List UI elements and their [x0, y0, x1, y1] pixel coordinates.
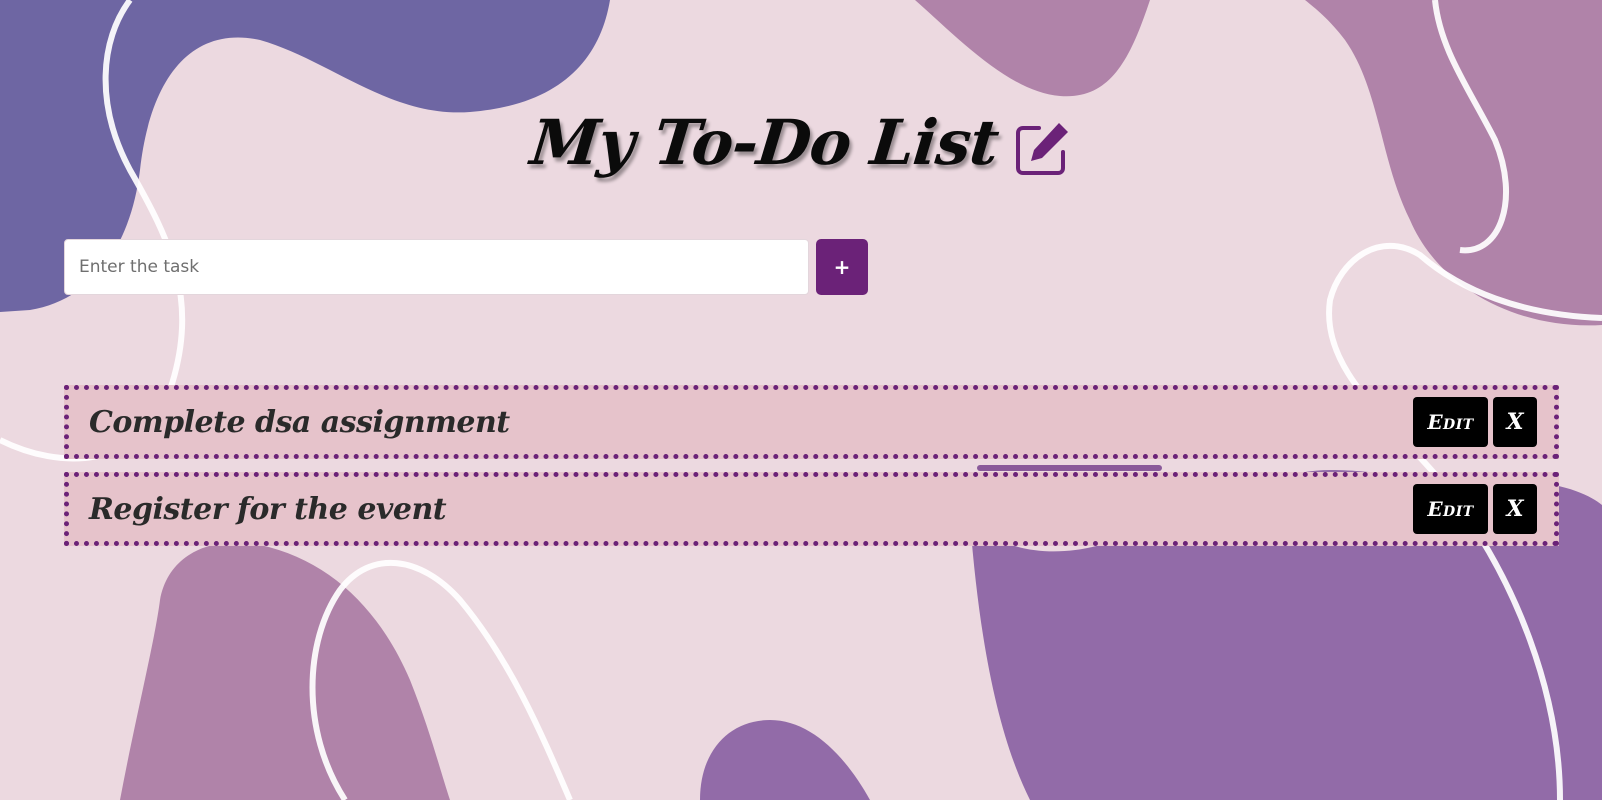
delete-task-button[interactable]: X — [1493, 397, 1537, 447]
task-input[interactable] — [64, 239, 809, 295]
task-actions: Edit X — [1413, 397, 1537, 447]
app-container: My To-Do List + Complete dsa assignment … — [0, 0, 1602, 800]
task-text: Register for the event — [89, 491, 447, 527]
task-item: Complete dsa assignment Edit X — [64, 385, 1559, 459]
header: My To-Do List — [0, 92, 1602, 192]
delete-task-button[interactable]: X — [1493, 484, 1537, 534]
task-item: Register for the event Edit X — [64, 472, 1559, 546]
page-title: My To-Do List — [526, 105, 1002, 179]
edit-task-button[interactable]: Edit — [1413, 484, 1488, 534]
add-task-button[interactable]: + — [816, 239, 868, 295]
edit-task-button[interactable]: Edit — [1413, 397, 1488, 447]
add-task-form: + — [64, 239, 868, 295]
task-list: Complete dsa assignment Edit X Register … — [64, 385, 1559, 546]
task-actions: Edit X — [1413, 484, 1537, 534]
edit-square-icon — [1015, 120, 1071, 176]
scrollbar-thumb[interactable] — [977, 465, 1162, 471]
task-text: Complete dsa assignment — [89, 404, 510, 440]
